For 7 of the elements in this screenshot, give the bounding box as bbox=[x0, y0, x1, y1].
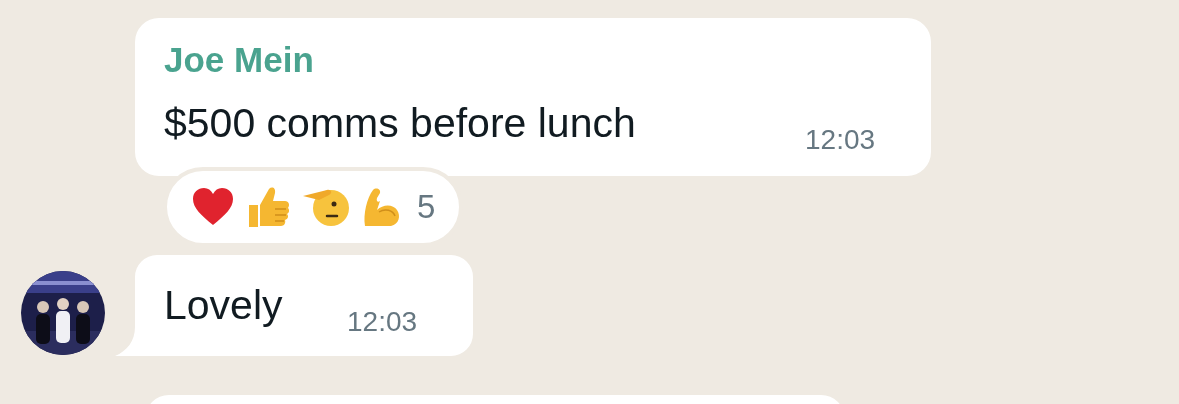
message-text: Lovely bbox=[164, 281, 283, 330]
sender-name: Joe Mein bbox=[164, 39, 314, 81]
reaction-count: 5 bbox=[417, 187, 436, 228]
message-text: $500 comms before lunch bbox=[164, 99, 636, 148]
message-time: 12:03 bbox=[805, 123, 876, 157]
heart-icon bbox=[191, 187, 235, 227]
message-time: 12:03 bbox=[347, 305, 418, 339]
